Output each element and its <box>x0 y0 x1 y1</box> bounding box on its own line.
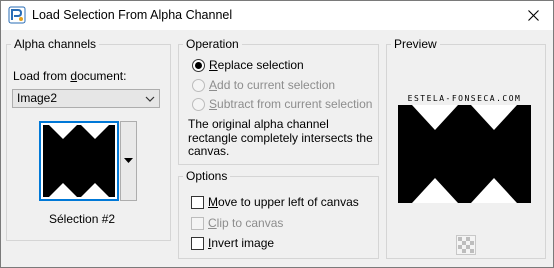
options-title: Options <box>183 168 231 184</box>
close-icon <box>527 10 539 21</box>
document-select[interactable]: Image2 <box>12 89 160 108</box>
subtract-from-selection-label[interactable]: Subtract from current selection <box>209 97 372 112</box>
preview-image <box>398 105 531 203</box>
add-to-selection-label[interactable]: Add to current selection <box>209 78 335 93</box>
move-to-upper-left-label[interactable]: Move to upper left of canvas <box>208 195 359 210</box>
replace-selection-radio[interactable] <box>192 59 205 72</box>
window-title: Load Selection From Alpha Channel <box>32 8 233 22</box>
preview-title: Preview <box>391 36 440 52</box>
dialog-window: Load Selection From Alpha Channel Alpha … <box>0 0 554 268</box>
clip-text: lip to canvas <box>216 216 284 230</box>
caret-down-icon <box>124 158 133 163</box>
title-bar: Load Selection From Alpha Channel <box>1 1 553 30</box>
move-to-upper-left-checkbox[interactable] <box>191 196 204 209</box>
replace-accel: R <box>209 58 218 72</box>
clip-accel: C <box>208 216 217 230</box>
load-from-text: Load from <box>13 69 71 83</box>
add-to-selection-radio[interactable] <box>192 79 205 92</box>
thumbnail-caption: Sélection #2 <box>49 212 116 226</box>
checkerboard-zoom-icon[interactable] <box>456 235 476 255</box>
invert-text: nvert image <box>211 236 275 250</box>
document-select-value: Image2 <box>17 91 58 105</box>
load-from-text-end: ocument: <box>77 69 127 83</box>
operation-title: Operation <box>183 36 242 52</box>
channel-thumbnail[interactable] <box>39 121 119 201</box>
paintshop-app-icon <box>8 6 26 24</box>
channel-thumbnail-image <box>43 125 115 197</box>
chevron-down-icon <box>145 96 155 102</box>
move-text: ove to upper left of canvas <box>218 195 359 209</box>
alpha-channels-title: Alpha channels <box>11 36 100 52</box>
invert-image-checkbox[interactable] <box>191 237 204 250</box>
clip-to-canvas-label[interactable]: Clip to canvas <box>208 216 283 231</box>
replace-selection-label[interactable]: Replace selection <box>209 58 304 73</box>
subtract-from-selection-radio[interactable] <box>192 98 205 111</box>
close-button[interactable] <box>513 1 553 30</box>
invert-image-label[interactable]: Invert image <box>208 236 274 251</box>
add-text: dd to current selection <box>217 78 336 92</box>
subtract-accel: S <box>209 97 218 111</box>
preview-watermark: ESTELA-FONSECA.COM <box>407 94 522 103</box>
load-from-document-label: Load from document: <box>13 69 126 84</box>
move-accel: M <box>208 195 218 209</box>
replace-text: eplace selection <box>217 58 304 72</box>
operation-description: The original alpha channel rectangle com… <box>188 117 373 158</box>
add-accel: A <box>209 78 218 92</box>
thumbnail-dropdown-button[interactable] <box>120 121 137 201</box>
clip-to-canvas-checkbox[interactable] <box>191 217 204 230</box>
subtract-text: ubtract from current selection <box>217 97 373 111</box>
